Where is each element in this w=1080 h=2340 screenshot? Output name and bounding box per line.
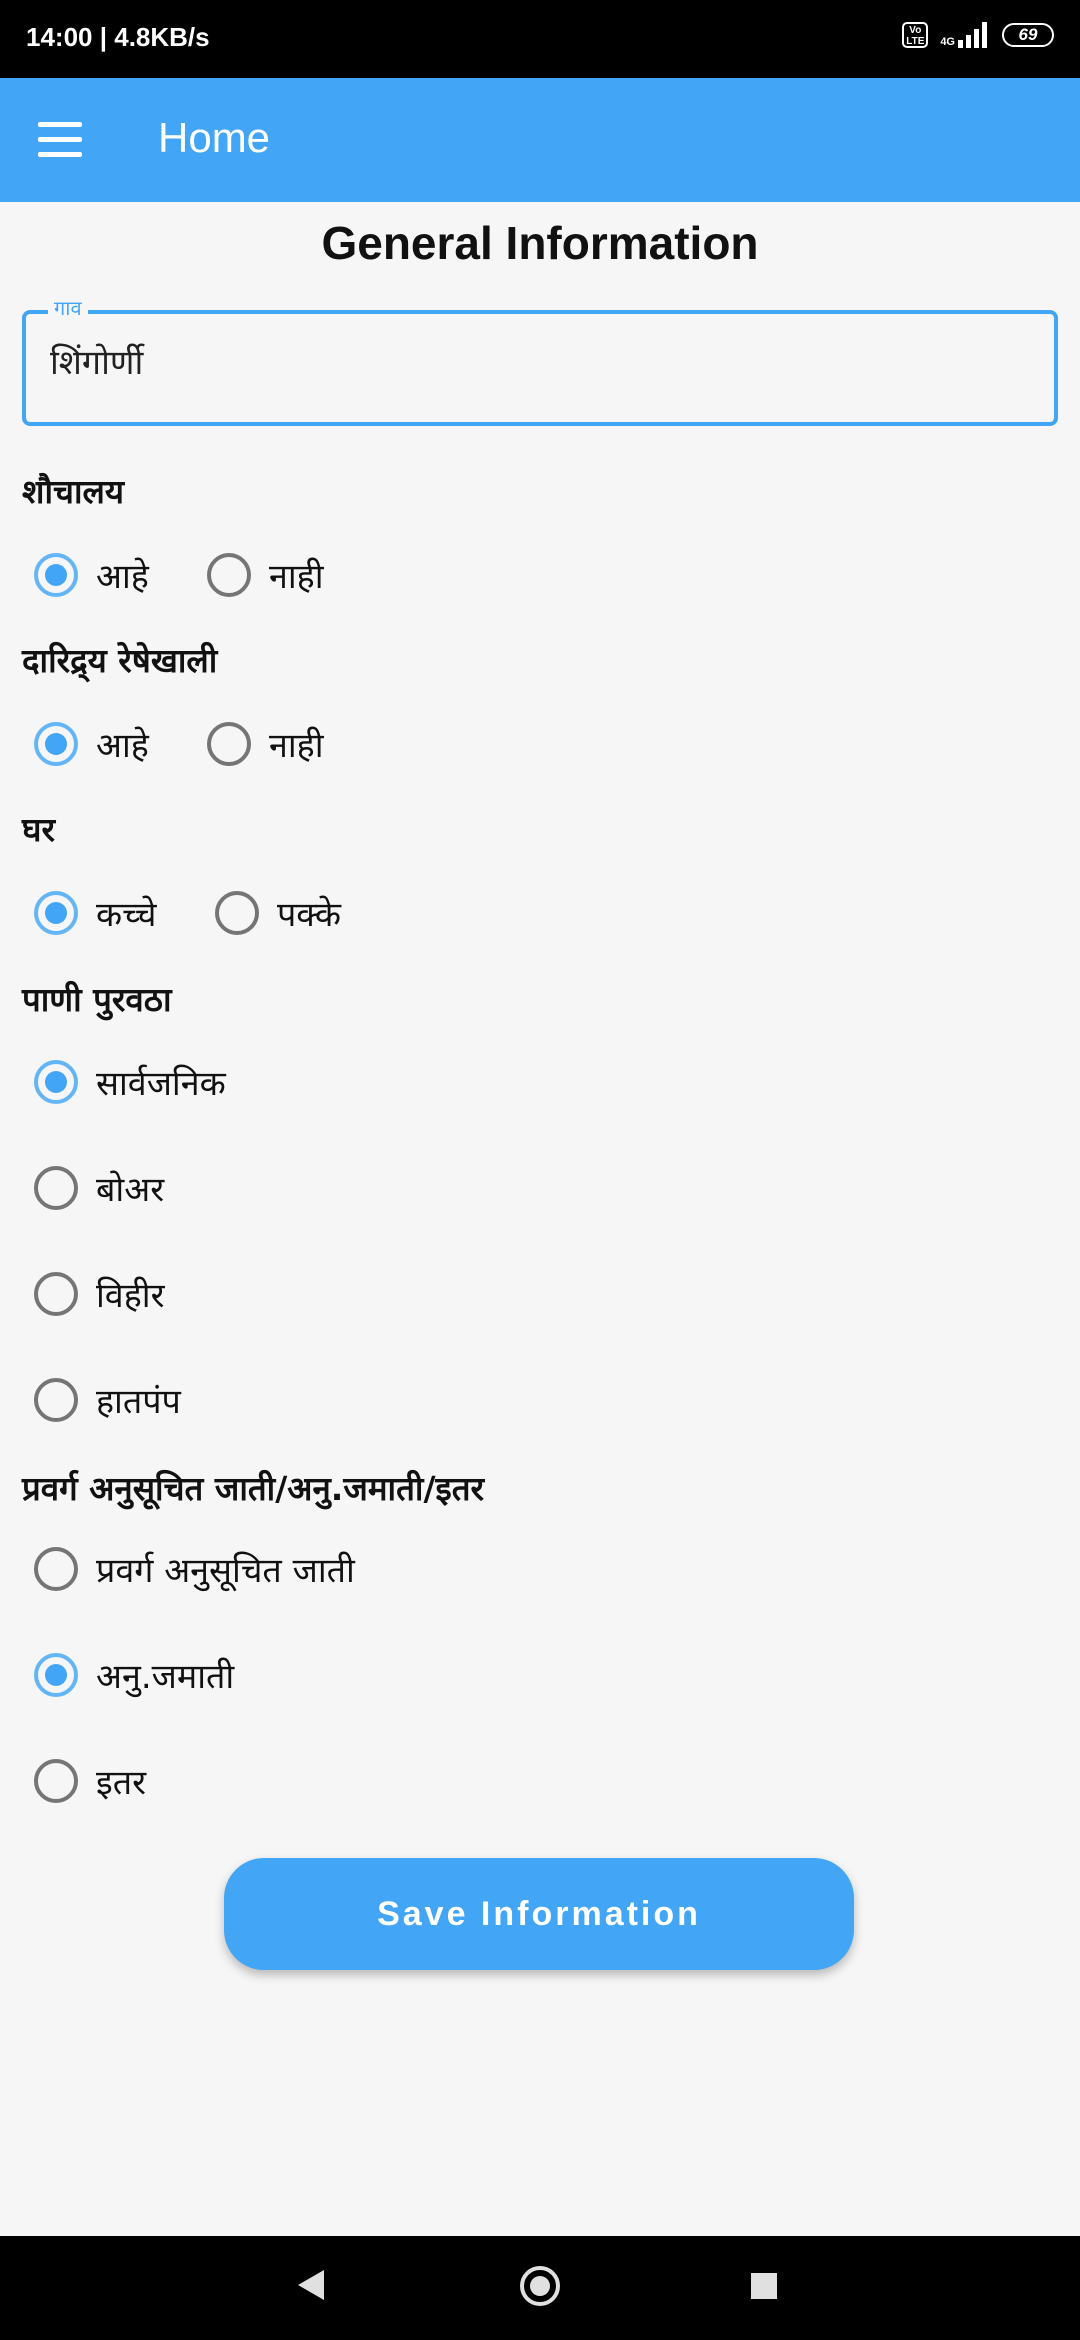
home-icon[interactable] xyxy=(520,2266,560,2306)
save-information-button[interactable]: Save Information xyxy=(224,1858,854,1970)
toilet-label: शौचालय xyxy=(22,472,125,511)
water-option-well[interactable]: विहीर xyxy=(34,1271,164,1317)
radio-checked-icon xyxy=(34,891,78,935)
category-option-st[interactable]: अनु.जमाती xyxy=(34,1652,234,1698)
status-icons: Vo LTE 4G 69 xyxy=(902,22,1054,48)
clock: 14:00 xyxy=(26,22,93,52)
radio-label: हातपंप xyxy=(96,1382,181,1422)
below-poverty-option-yes[interactable]: आहे xyxy=(34,721,149,767)
network-type: 4G xyxy=(940,22,990,48)
network-type-label: 4G xyxy=(940,36,955,48)
radio-label: बोअर xyxy=(96,1170,165,1210)
water-supply-label: पाणी पुरवठा xyxy=(22,980,172,1019)
water-option-borewell[interactable]: बोअर xyxy=(34,1165,164,1211)
category-label: प्रवर्ग अनुसूचित जाती/अनु.जमाती/इतर xyxy=(22,1469,485,1508)
back-icon[interactable] xyxy=(298,2270,324,2300)
radio-label: आहे xyxy=(96,557,149,597)
radio-checked-icon xyxy=(34,553,78,597)
radio-label: विहीर xyxy=(96,1276,165,1316)
toilet-option-yes[interactable]: आहे xyxy=(34,552,149,598)
radio-label: आहे xyxy=(96,726,149,766)
radio-unchecked-icon xyxy=(207,722,251,766)
radio-unchecked-icon xyxy=(34,1378,78,1422)
category-option-other[interactable]: इतर xyxy=(34,1758,146,1804)
radio-unchecked-icon xyxy=(34,1272,78,1316)
radio-unchecked-icon xyxy=(207,553,251,597)
app-bar: Home xyxy=(0,78,1080,202)
house-option-kachcha[interactable]: कच्चे xyxy=(34,890,157,936)
page-title: General Information xyxy=(321,217,759,269)
radio-unchecked-icon xyxy=(215,891,259,935)
house-option-pakka[interactable]: पक्के xyxy=(215,890,341,936)
status-time: 14:00 | 4.8KB/s xyxy=(26,22,210,52)
battery-icon: 69 xyxy=(1002,23,1054,47)
network-speed: 4.8KB/s xyxy=(114,22,210,52)
radio-label: पक्के xyxy=(277,895,341,935)
recents-icon[interactable] xyxy=(751,2273,777,2299)
radio-unchecked-icon xyxy=(34,1759,78,1803)
radio-label: सार्वजनिक xyxy=(96,1064,226,1104)
below-poverty-option-no[interactable]: नाही xyxy=(207,721,324,767)
water-option-handpump[interactable]: हातपंप xyxy=(34,1377,181,1423)
navigation-bar xyxy=(0,2236,1080,2340)
radio-label: नाही xyxy=(269,726,324,766)
radio-label: इतर xyxy=(96,1763,146,1803)
water-option-public[interactable]: सार्वजनिक xyxy=(34,1059,226,1105)
below-poverty-label: दारिद्र्य रेषेखाली xyxy=(22,641,218,680)
app-title: Home xyxy=(158,114,271,161)
village-input[interactable] xyxy=(48,340,1012,382)
radio-label: कच्चे xyxy=(96,895,157,935)
radio-label: नाही xyxy=(269,557,324,597)
village-field[interactable]: गाव xyxy=(22,294,1058,426)
category-option-sc[interactable]: प्रवर्ग अनुसूचित जाती xyxy=(34,1546,355,1592)
radio-label: प्रवर्ग अनुसूचित जाती xyxy=(96,1551,355,1591)
signal-icon xyxy=(958,22,987,48)
radio-checked-icon xyxy=(34,722,78,766)
radio-unchecked-icon xyxy=(34,1547,78,1591)
radio-unchecked-icon xyxy=(34,1166,78,1210)
radio-checked-icon xyxy=(34,1653,78,1697)
status-bar: 14:00 | 4.8KB/s Vo LTE 4G 69 xyxy=(0,0,1080,78)
volte-icon: Vo LTE xyxy=(902,22,929,48)
toilet-option-no[interactable]: नाही xyxy=(207,552,324,598)
hamburger-menu-icon[interactable] xyxy=(38,122,82,158)
radio-checked-icon xyxy=(34,1060,78,1104)
radio-label: अनु.जमाती xyxy=(96,1657,235,1697)
house-label: घर xyxy=(22,810,55,849)
village-field-label: गाव xyxy=(48,294,88,321)
